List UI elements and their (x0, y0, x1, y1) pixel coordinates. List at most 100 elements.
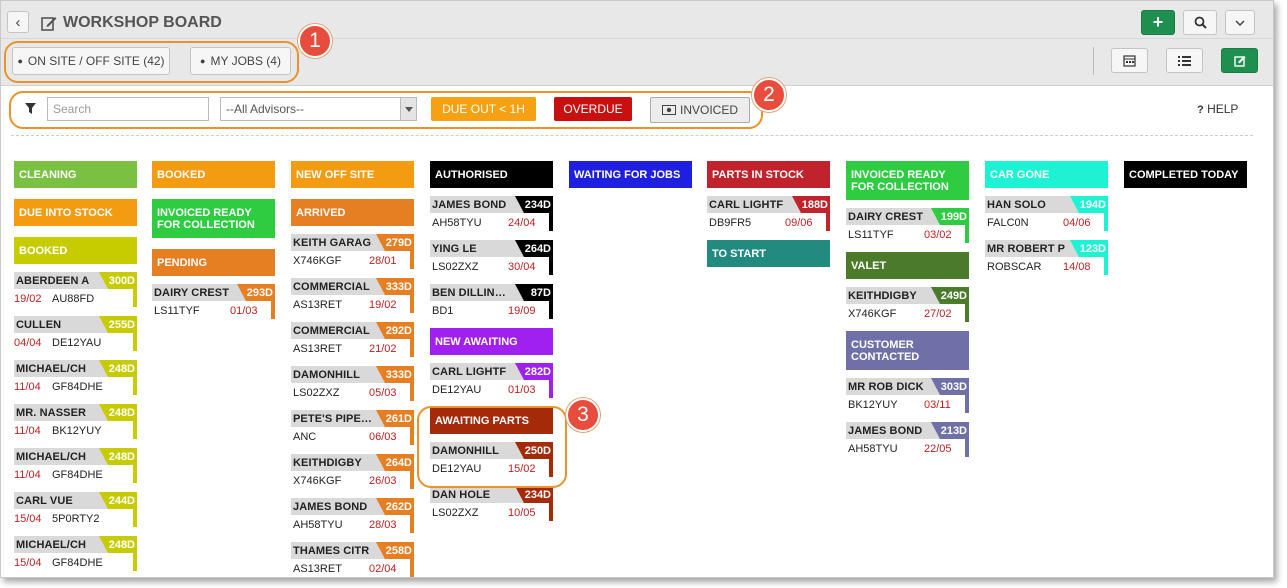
job-card[interactable]: CARL VUE 244D 15/04 5P0RTY2 (14, 492, 137, 527)
customer-name: KEITH GARAG (293, 237, 372, 249)
column-header[interactable]: NEW AWAITING (430, 328, 553, 355)
column-header[interactable]: BOOKED (152, 161, 275, 188)
edit-icon (41, 17, 57, 31)
vehicle-reg: DE12YAU (52, 337, 102, 349)
board-column: COMPLETED TODAY (1124, 161, 1247, 199)
status-stripe (133, 289, 137, 307)
job-card[interactable]: CARL LIGHTF 188D DB9FR5 09/06 (707, 196, 830, 231)
help-label: HELP (1207, 102, 1239, 116)
customer-name: MICHAEL/CH (16, 451, 87, 463)
column-header[interactable]: AUTHORISED (430, 161, 553, 188)
column-header[interactable]: WAITING FOR JOBS (569, 161, 692, 188)
job-card[interactable]: DAIRY CREST 293D LS11TYF 01/03 (152, 284, 275, 319)
column-header[interactable]: NEW OFF SITE (291, 161, 414, 188)
job-card[interactable]: MICHAEL/CH 248D 15/04 GF84DHE (14, 536, 137, 571)
job-card[interactable]: YING LE 264D LS02ZXZ 30/04 (430, 240, 553, 275)
customer-name: YING LE (432, 243, 477, 255)
due-date: 28/03 (369, 519, 397, 531)
job-card[interactable]: MR ROBERT P 123D ROBSCAR 14/08 (985, 240, 1108, 275)
column-header[interactable]: PARTS IN STOCK (707, 161, 830, 188)
job-card[interactable]: ABERDEEN A 300D 19/02 AU88FD (14, 272, 137, 307)
customer-name: CARL LIGHTF (709, 199, 784, 211)
job-card[interactable]: KEITHDIGBY 264D X746KGF 26/03 (291, 454, 414, 489)
due-date: 11/04 (14, 469, 41, 481)
job-card[interactable]: CARL LIGHTF 282D DE12YAU 01/03 (430, 363, 553, 398)
help-link[interactable]: ? HELP (1197, 102, 1238, 116)
column-header[interactable]: ARRIVED (291, 199, 414, 226)
customer-name: MR. NASSER (16, 407, 87, 419)
column-header[interactable]: DUE INTO STOCK (14, 199, 137, 226)
column-header[interactable]: CAR GONE (985, 161, 1108, 188)
vehicle-reg: LS02ZXZ (432, 261, 479, 273)
status-stripe (1104, 257, 1108, 275)
job-card[interactable]: HAN SOLO 194D FALC0N 04/06 (985, 196, 1108, 231)
calendar-view-button[interactable] (1111, 48, 1148, 73)
due-date: 19/09 (508, 305, 536, 317)
job-card[interactable]: BEN DILLINGER 87D BD1 19/09 (430, 284, 553, 319)
board-column: CAR GONE HAN SOLO 194D FALC0N 04/06 MR ROBERT… (985, 161, 1108, 284)
column-header[interactable]: BOOKED (14, 237, 137, 264)
status-stripe (965, 225, 969, 243)
column-header[interactable]: TO START (707, 240, 830, 267)
due-date: 19/02 (369, 299, 397, 311)
customer-name: PETE'S PIPERS (293, 413, 375, 425)
add-button[interactable]: + (1141, 10, 1175, 35)
customer-name: DAIRY CREST (154, 287, 230, 299)
vehicle-reg: AS13RET (293, 563, 342, 575)
customer-name: BEN DILLINGER (432, 287, 514, 299)
job-card[interactable]: DAN HOLE 234D LS02ZXZ 10/05 (430, 486, 553, 521)
job-card[interactable]: PETE'S PIPERS 261D ANC 06/03 (291, 410, 414, 445)
search-button[interactable] (1183, 10, 1217, 35)
job-card[interactable]: MR. NASSER 248D 11/04 BK12YUY (14, 404, 137, 439)
back-button[interactable]: ‹ (7, 11, 29, 33)
job-card[interactable]: JAMES BOND 234D AH58TYU 24/04 (430, 196, 553, 231)
board-column: INVOICED READY FOR COLLECTION DAIRY CREST… (846, 161, 969, 466)
due-date: 11/04 (14, 381, 41, 393)
calendar-icon (1123, 55, 1136, 67)
column-header[interactable]: PENDING (152, 249, 275, 276)
status-stripe (410, 383, 414, 401)
due-date: 05/03 (369, 387, 397, 399)
due-date: 21/02 (369, 343, 397, 355)
board-view-button[interactable] (1221, 48, 1258, 73)
column-header[interactable]: INVOICED READY FOR COLLECTION (152, 199, 275, 238)
column-header[interactable]: VALET (846, 252, 969, 279)
list-view-button[interactable] (1166, 48, 1203, 73)
customer-name: JAMES BOND (293, 501, 368, 513)
board-column: CLEANING DUE INTO STOCK BOOKED ABERDEEN A 30… (14, 161, 137, 577)
due-date: 03/11 (924, 399, 951, 411)
job-card[interactable]: DAMONHILL 333D LS02ZXZ 05/03 (291, 366, 414, 401)
status-stripe (965, 304, 969, 322)
job-card[interactable]: JAMES BOND 262D AH58TYU 28/03 (291, 498, 414, 533)
chevron-left-icon: ‹ (15, 13, 21, 31)
job-card[interactable]: MICHAEL/CH 248D 11/04 GF84DHE (14, 360, 137, 395)
status-stripe (133, 421, 137, 439)
job-card[interactable]: CULLEN 255D 04/04 DE12YAU (14, 316, 137, 351)
vehicle-reg: X746KGF (848, 308, 897, 320)
customer-name: JAMES BOND (848, 425, 923, 437)
status-stripe (133, 553, 137, 571)
more-dropdown-button[interactable] (1225, 10, 1255, 35)
vehicle-reg: ANC (293, 431, 317, 443)
customer-name: ABERDEEN A (16, 275, 90, 287)
job-card[interactable]: MICHAEL/CH 248D 11/04 GF84DHE (14, 448, 137, 483)
job-card[interactable]: THAMES CITR 258D AS13RET 02/04 (291, 542, 414, 577)
callout-1-number: 1 (309, 29, 321, 52)
job-card[interactable]: JAMES BOND 213D AH58TYU 22/05 (846, 422, 969, 457)
customer-name: MR ROB DICK (848, 381, 924, 393)
column-header[interactable]: INVOICED READY FOR COLLECTION (846, 161, 969, 200)
job-card[interactable]: DAIRY CREST 199D LS11TYF 03/02 (846, 208, 969, 243)
callout-outline-1 (4, 41, 299, 83)
job-card[interactable]: KEITH GARAG 279D X746KGF 28/01 (291, 234, 414, 269)
job-card[interactable]: MR ROB DICK 303D BK12YUY 03/11 (846, 378, 969, 413)
column-header[interactable]: COMPLETED TODAY (1124, 161, 1247, 188)
job-card[interactable]: KEITHDIGBY 249D X746KGF 27/02 (846, 287, 969, 322)
vehicle-reg: DB9FR5 (709, 217, 752, 229)
job-card[interactable]: COMMERCIAL 292D AS13RET 21/02 (291, 322, 414, 357)
column-header[interactable]: CLEANING (14, 161, 137, 188)
job-card[interactable]: COMMERCIAL 333D AS13RET 19/02 (291, 278, 414, 313)
column-header[interactable]: CUSTOMER CONTACTED (846, 331, 969, 370)
status-stripe (549, 503, 553, 521)
vehicle-reg: DE12YAU (432, 384, 482, 396)
status-stripe (410, 559, 414, 577)
